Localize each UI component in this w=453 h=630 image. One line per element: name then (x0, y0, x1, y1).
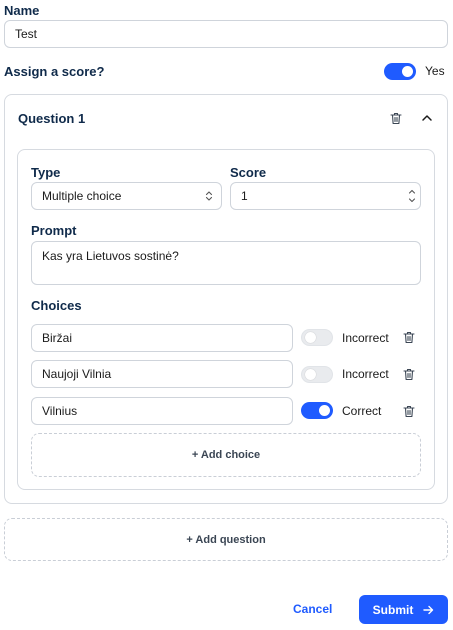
delete-choice-icon[interactable] (403, 331, 415, 344)
assign-score-toggle[interactable] (384, 63, 416, 80)
delete-choice-icon[interactable] (403, 405, 415, 418)
choice-text: Biržai (42, 331, 73, 345)
arrow-right-icon (423, 605, 434, 614)
name-input[interactable] (4, 20, 448, 48)
name-label: Name (4, 3, 40, 18)
select-updown-icon (205, 191, 213, 201)
prompt-value: Kas yra Lietuvos sostinė? (42, 249, 179, 263)
delete-choice-icon[interactable] (403, 368, 415, 381)
add-question-button[interactable]: + Add question (4, 518, 448, 561)
chevron-up-icon[interactable] (421, 113, 433, 123)
prompt-label: Prompt (31, 223, 77, 238)
choice-status: Incorrect (342, 331, 389, 345)
choice-text: Vilnius (42, 404, 78, 418)
delete-question-icon[interactable] (390, 112, 402, 125)
choice-text: Naujoji Vilnia (42, 367, 112, 381)
choice-input[interactable]: Naujoji Vilnia (31, 360, 293, 388)
submit-button[interactable]: Submit (359, 595, 448, 624)
choice-correct-toggle[interactable] (301, 402, 333, 419)
assign-score-label: Assign a score? (4, 64, 105, 79)
choice-input[interactable]: Vilnius (31, 397, 293, 425)
add-choice-button[interactable]: + Add choice (31, 433, 421, 477)
choice-status: Correct (342, 404, 382, 418)
choice-input[interactable]: Biržai (31, 324, 293, 352)
score-value: 1 (241, 189, 248, 203)
prompt-textarea[interactable]: Kas yra Lietuvos sostinė? (31, 241, 421, 285)
question-title: Question 1 (18, 111, 86, 126)
type-select-value: Multiple choice (42, 189, 122, 203)
submit-label: Submit (372, 602, 414, 617)
choice-correct-toggle[interactable] (301, 329, 333, 346)
score-input[interactable]: 1 (230, 182, 421, 210)
choice-correct-toggle[interactable] (301, 366, 333, 383)
stepper-icon[interactable] (408, 186, 416, 206)
cancel-button[interactable]: Cancel (293, 602, 332, 616)
type-select[interactable]: Multiple choice (31, 182, 222, 210)
choice-status: Incorrect (342, 367, 389, 381)
assign-score-state: Yes (425, 64, 445, 78)
choices-label: Choices (31, 298, 82, 313)
type-label: Type (31, 165, 61, 180)
score-label: Score (230, 165, 267, 180)
